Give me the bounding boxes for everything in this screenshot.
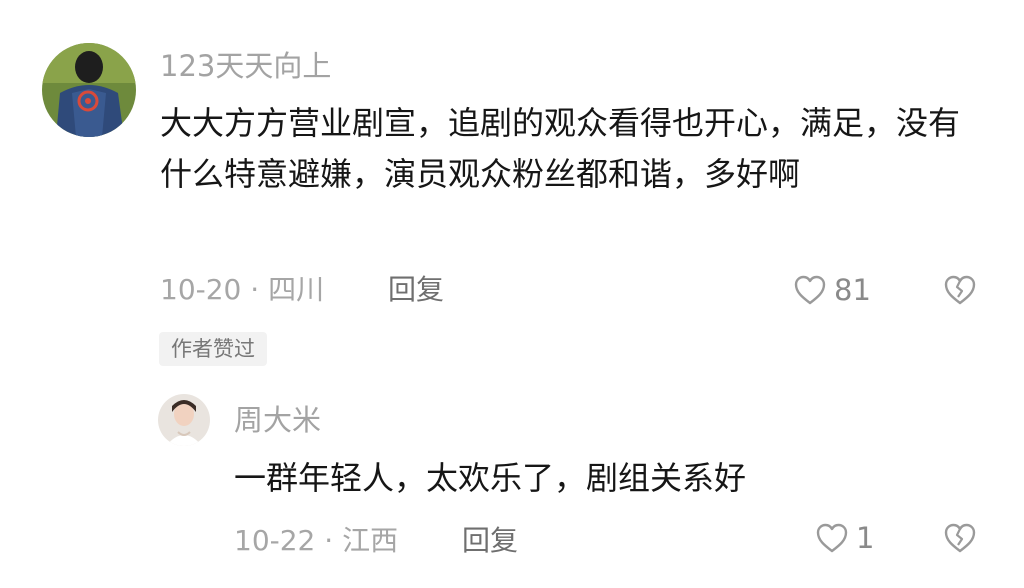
heart-outline-icon [816,523,848,553]
heart-outline-icon [794,275,826,305]
reply-button[interactable]: 回复 [462,521,518,561]
username[interactable]: 周大米 [234,400,321,440]
like-button[interactable]: 1 [814,518,874,558]
dislike-button[interactable] [942,520,978,560]
reply-button[interactable]: 回复 [388,270,444,310]
like-count: 1 [856,521,875,555]
avatar[interactable] [158,394,210,446]
username[interactable]: 123天天向上 [160,46,331,86]
author-liked-badge: 作者赞过 [159,332,267,366]
comment-date-location: 10-20 · 四川 [160,273,325,306]
dislike-button[interactable] [942,272,978,312]
comment-text: 大大方方营业剧宣，追剧的观众看得也开心，满足，没有什么特意避嫌，演员观众粉丝都和… [160,104,961,193]
comment-text: 一群年轻人，太欢乐了，剧组关系好 [234,459,747,497]
like-button[interactable]: 81 [792,270,871,310]
comment-date-location: 10-22 · 江西 [234,524,399,557]
like-count: 81 [834,273,871,307]
broken-heart-icon [944,523,976,553]
avatar[interactable] [42,43,136,137]
comment-thread: 123天天向上 大大方方营业剧宣，追剧的观众看得也开心，满足，没有什么特意避嫌，… [0,0,1024,588]
broken-heart-icon [944,275,976,305]
